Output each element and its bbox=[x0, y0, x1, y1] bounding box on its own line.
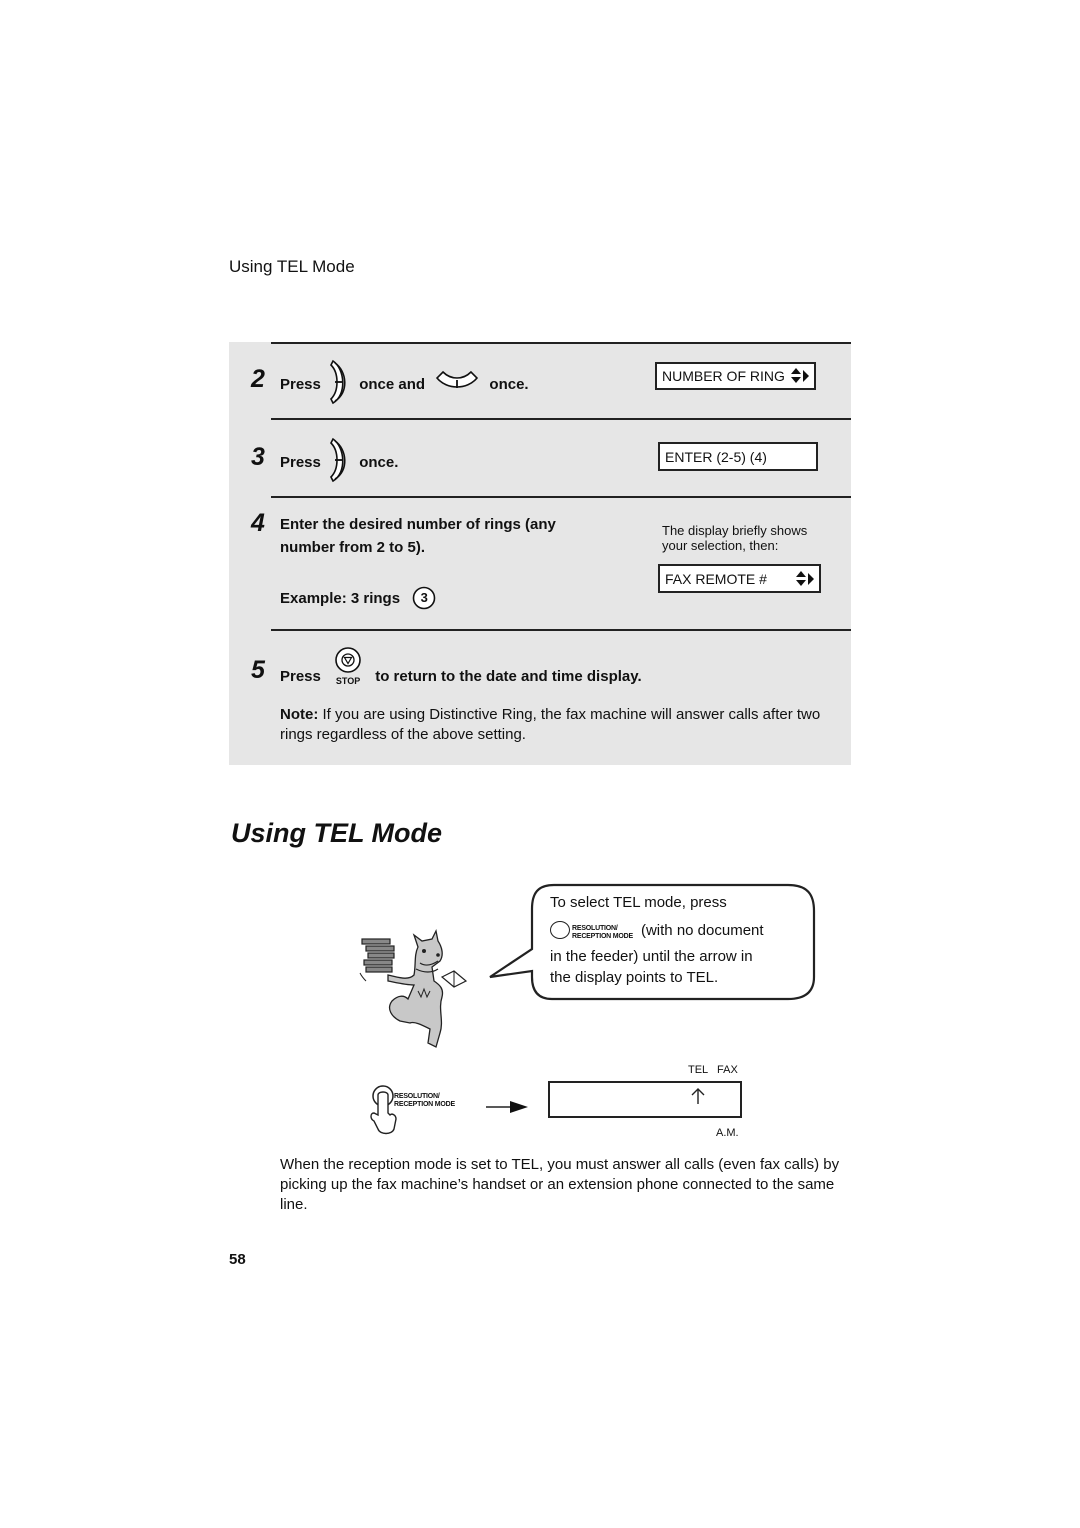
step-text-press: Press bbox=[280, 453, 321, 471]
right-arrow-key-icon bbox=[329, 359, 351, 409]
key-label-line: RESOLUTION/ bbox=[394, 1093, 440, 1100]
body-paragraph: When the reception mode is set to TEL, y… bbox=[280, 1156, 840, 1213]
divider bbox=[271, 418, 851, 420]
lcd-display: ENTER (2-5) (4) bbox=[658, 442, 818, 471]
page-number: 58 bbox=[229, 1251, 246, 1268]
display-note: The display briefly shows your selection… bbox=[662, 523, 807, 553]
lcd-text: ENTER (2-5) (4) bbox=[665, 448, 767, 465]
lcd-text: NUMBER OF RING bbox=[662, 368, 785, 384]
step-4-line2: number from 2 to 5). bbox=[280, 539, 426, 556]
note-label: Note: bbox=[280, 706, 319, 723]
key-label-line: RECEPTION MODE bbox=[394, 1101, 455, 1108]
step-2-text: Press once and once. bbox=[280, 359, 529, 409]
divider bbox=[271, 629, 851, 631]
key-label-line: RESOLUTION/ bbox=[572, 925, 618, 932]
dog-mascot-illustration bbox=[358, 925, 470, 1055]
lcd-display: FAX REMOTE # bbox=[658, 564, 821, 593]
divider bbox=[271, 496, 851, 498]
step-text-press: Press bbox=[280, 667, 321, 685]
stop-key-label: STOP bbox=[335, 676, 361, 686]
step-number: 3 bbox=[251, 443, 265, 471]
number-key-3-icon: 3 bbox=[412, 586, 436, 610]
section-title: Using TEL Mode bbox=[231, 818, 443, 848]
step-text-mid: once and bbox=[359, 375, 426, 393]
step-text-end: once. bbox=[489, 375, 529, 393]
running-head: Using TEL Mode bbox=[229, 257, 355, 276]
example-label: Example: 3 rings bbox=[280, 589, 401, 607]
down-arrow-key-icon bbox=[435, 370, 479, 398]
bubble-line: in the feeder) until the arrow in bbox=[550, 948, 753, 965]
step-number: 2 bbox=[251, 365, 265, 393]
note-body: If you are using Distinctive Ring, the f… bbox=[280, 706, 821, 743]
step-text-end: once. bbox=[359, 453, 399, 471]
right-arrow-key-icon bbox=[329, 437, 351, 487]
right-arrow-icon bbox=[486, 1100, 530, 1114]
key-label-line: RECEPTION MODE bbox=[572, 933, 633, 940]
bubble-line: To select TEL mode, press bbox=[550, 894, 727, 911]
note: Note: If you are using Distinctive Ring,… bbox=[280, 705, 845, 745]
bubble-key-line: RESOLUTION/ RECEPTION MODE (with no docu… bbox=[550, 919, 764, 941]
step-text-press: Press bbox=[280, 375, 321, 393]
up-down-right-arrows-icon bbox=[796, 570, 814, 587]
step-3-text: Press once. bbox=[280, 437, 398, 487]
display-note-line: The display briefly shows bbox=[662, 523, 808, 538]
step-4-example: Example: 3 rings 3 bbox=[280, 586, 436, 610]
display-label-am: A.M. bbox=[716, 1127, 739, 1139]
up-down-right-arrows-icon bbox=[791, 368, 809, 384]
step-5-text: Press STOP to return to the date and tim… bbox=[280, 646, 642, 688]
resolution-reception-mode-label: RESOLUTION/ RECEPTION MODE bbox=[394, 1093, 455, 1109]
step-4-line1: Enter the desired number of rings (any bbox=[280, 516, 556, 533]
display-label-fax: FAX bbox=[717, 1064, 738, 1076]
bubble-line: (with no document bbox=[640, 921, 764, 939]
instruction-panel: 2 Press once and once. NUMBER OF RING 3 … bbox=[229, 342, 851, 765]
resolution-reception-mode-key-icon bbox=[550, 921, 570, 939]
divider bbox=[271, 342, 851, 344]
bubble-line: the display points to TEL. bbox=[550, 969, 719, 986]
step-number: 5 bbox=[251, 656, 265, 684]
speech-bubble: To select TEL mode, press RESOLUTION/ RE… bbox=[488, 881, 818, 1003]
step-text-end: to return to the date and time display. bbox=[375, 667, 642, 685]
lcd-display: NUMBER OF RING bbox=[655, 362, 816, 390]
up-arrow-icon bbox=[691, 1087, 705, 1110]
step-number: 4 bbox=[251, 509, 265, 537]
lcd-display-illustration bbox=[548, 1081, 742, 1118]
lcd-text: FAX REMOTE # bbox=[665, 570, 767, 587]
display-note-line: your selection, then: bbox=[662, 538, 779, 553]
number-key-label: 3 bbox=[420, 590, 428, 605]
display-label-tel: TEL bbox=[688, 1064, 709, 1076]
key-label: RESOLUTION/ RECEPTION MODE bbox=[572, 925, 633, 941]
stop-key-icon: STOP bbox=[331, 646, 365, 688]
